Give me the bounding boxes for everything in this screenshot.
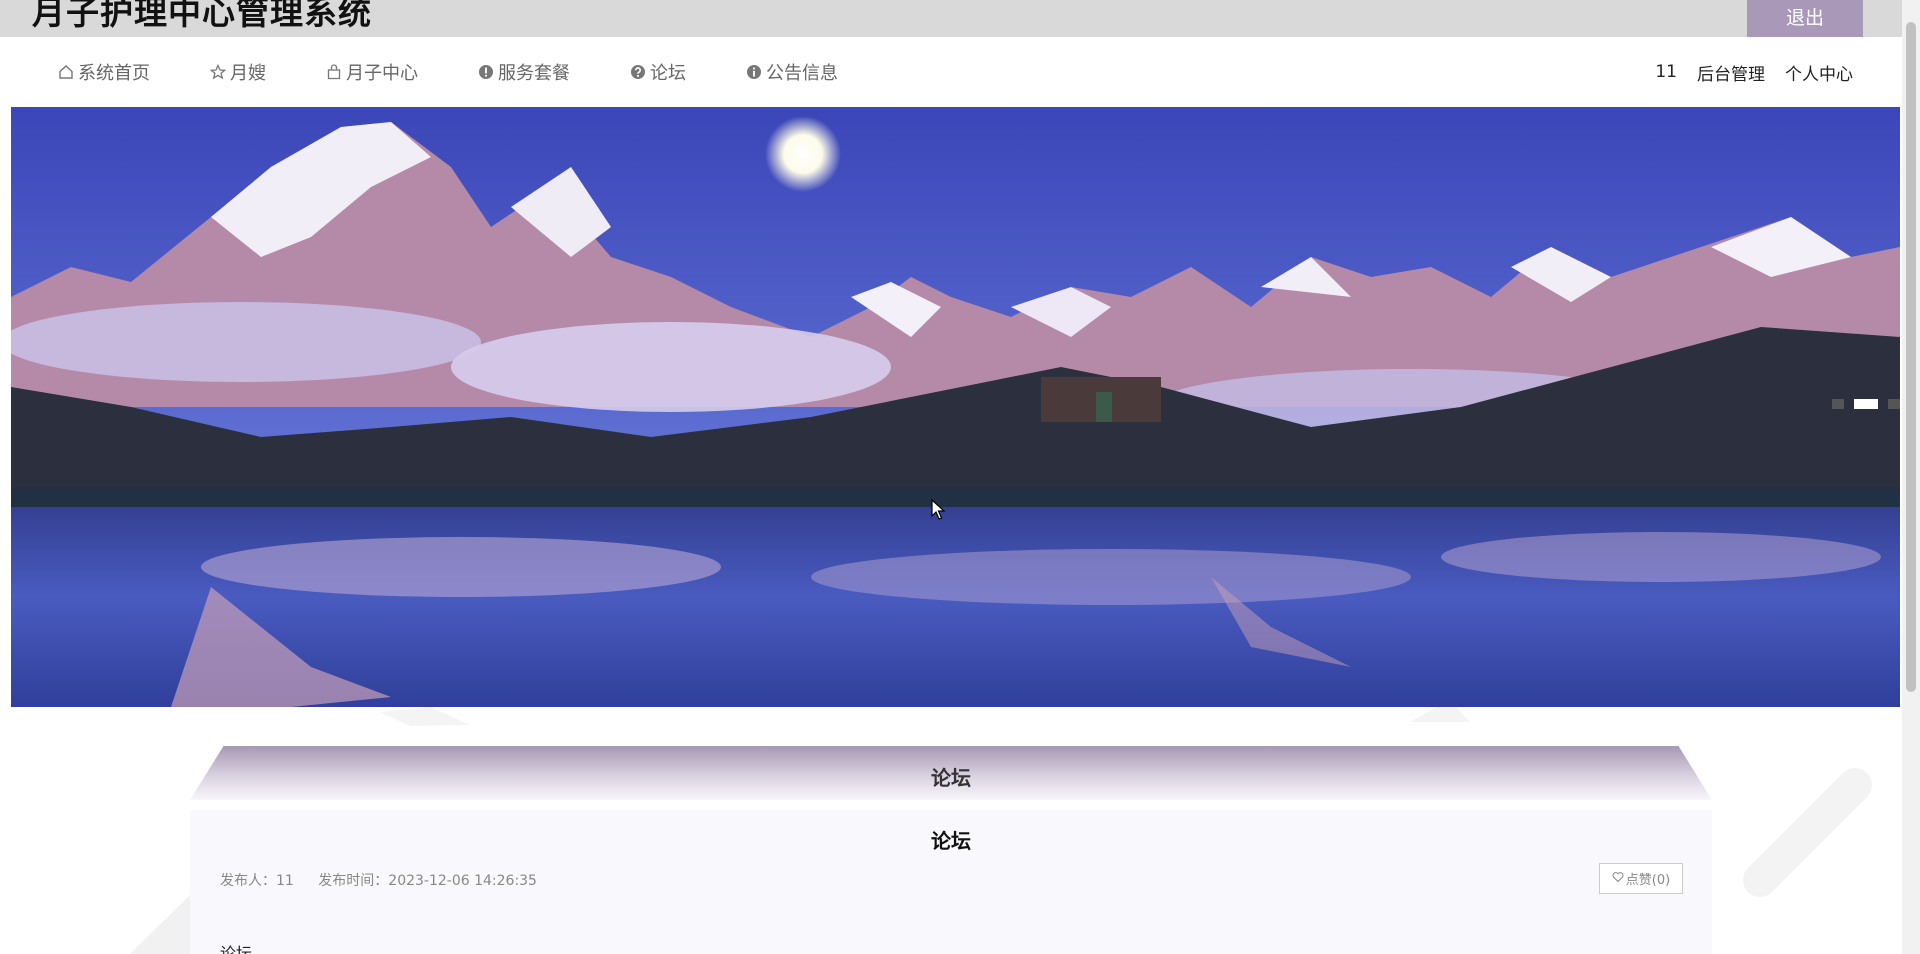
star-icon — [210, 64, 226, 80]
nav-item-label: 月嫂 — [230, 63, 266, 84]
banner-carousel — [11, 107, 1900, 707]
like-label: 点赞(0) — [1625, 873, 1671, 888]
page-scrollbar[interactable] — [1902, 0, 1920, 954]
admin-link[interactable]: 后台管理 — [1697, 60, 1765, 85]
bag-icon — [326, 64, 342, 80]
main-nav: 系统首页 月嫂 月子中心 服务套餐 论坛 公告信息 11 后台管理 个人中心 — [0, 37, 1902, 107]
nav-item-announcements[interactable]: 公告信息 — [746, 59, 838, 85]
post-body: 论坛 — [220, 944, 253, 954]
banner-image — [11, 107, 1900, 707]
top-bar: 月子护理中心管理系统 退出 — [0, 0, 1902, 37]
section-header: 论坛 — [190, 746, 1712, 800]
username: 11 — [1655, 62, 1677, 82]
post-meta: 发布人：11 发布时间：2023-12-06 14:26:35 — [220, 870, 557, 890]
post-time: 发布时间：2023-12-06 14:26:35 — [318, 873, 537, 889]
page: 月子护理中心管理系统 退出 系统首页 月嫂 月子中心 服务套餐 论坛 公告信息 … — [0, 0, 1920, 954]
post-detail: 论坛 发布人：11 发布时间：2023-12-06 14:26:35 点赞(0)… — [190, 810, 1712, 954]
nav-item-center[interactable]: 月子中心 — [326, 59, 418, 85]
nav-item-label: 月子中心 — [346, 63, 418, 84]
nav-menu: 系统首页 月嫂 月子中心 服务套餐 论坛 公告信息 — [58, 37, 898, 107]
post-author: 发布人：11 — [220, 873, 294, 889]
mouse-cursor-icon — [931, 499, 945, 520]
carousel-dot[interactable] — [1888, 399, 1900, 409]
question-circle-icon — [630, 64, 646, 80]
info-circle-icon — [746, 64, 762, 80]
carousel-dot[interactable] — [1832, 399, 1844, 409]
home-icon — [58, 64, 74, 80]
carousel-indicators — [1822, 399, 1900, 409]
nav-item-nanny[interactable]: 月嫂 — [210, 59, 266, 85]
nav-item-label: 论坛 — [650, 63, 686, 84]
nav-item-home[interactable]: 系统首页 — [58, 59, 150, 85]
site-title: 月子护理中心管理系统 — [32, 0, 372, 32]
exclamation-circle-icon — [478, 64, 494, 80]
carousel-dot-active[interactable] — [1854, 399, 1878, 409]
nav-item-packages[interactable]: 服务套餐 — [478, 59, 570, 85]
nav-item-label: 服务套餐 — [498, 63, 570, 84]
post-title: 论坛 — [931, 829, 971, 853]
nav-item-forum[interactable]: 论坛 — [630, 59, 686, 85]
nav-item-label: 系统首页 — [78, 63, 150, 84]
scrollbar-thumb[interactable] — [1906, 22, 1916, 692]
profile-link[interactable]: 个人中心 — [1785, 60, 1853, 85]
section-title: 论坛 — [931, 766, 971, 790]
logout-label: 退出 — [1785, 8, 1824, 29]
heart-icon — [1612, 871, 1624, 887]
like-button[interactable]: 点赞(0) — [1599, 863, 1683, 894]
logout-button[interactable]: 退出 — [1747, 0, 1863, 37]
user-menu: 11 后台管理 个人中心 — [1635, 37, 1853, 107]
nav-item-label: 公告信息 — [766, 63, 838, 84]
